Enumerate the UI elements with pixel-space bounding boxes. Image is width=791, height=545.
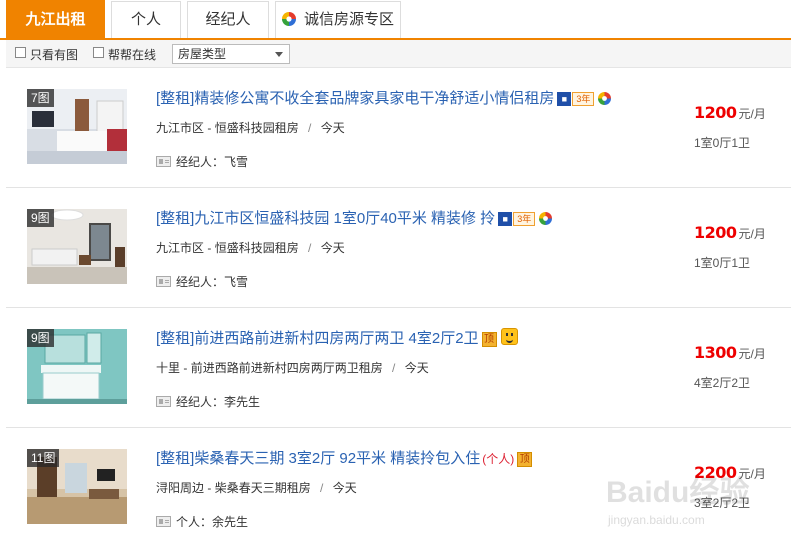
listing-community[interactable]: 恒盛科技园租房: [215, 241, 299, 255]
smile-icon: [500, 328, 518, 345]
tab-chengxin-label: 诚信房源专区: [303, 11, 394, 28]
price-value: 1200: [694, 103, 737, 122]
listing-price: 1200 元/月: [694, 223, 766, 242]
listing-community[interactable]: 恒盛科技园租房: [215, 121, 299, 135]
contact-name[interactable]: 余先生: [212, 515, 248, 529]
listing-area[interactable]: 十里 -: [156, 361, 187, 375]
listing-rooms: 3室2厅2卫: [694, 496, 751, 510]
listing-title-text[interactable]: [整租]精装修公寓不收全套品牌家具家电干净舒适小情侣租房: [156, 90, 554, 107]
listing-price: 1200 元/月: [694, 103, 766, 122]
chengxin-logo-icon: [539, 212, 553, 225]
helper-online-label[interactable]: 帮帮在线: [108, 46, 156, 63]
listing-rooms: 1室0厅1卫: [694, 136, 751, 150]
price-unit: 元/月: [738, 347, 766, 361]
listing-community[interactable]: 柴桑春天三期租房: [215, 481, 311, 495]
listing-area[interactable]: 浔阳周边 -: [156, 481, 211, 495]
top-badge-icon: 顶: [517, 452, 533, 467]
price-value: 1200: [694, 223, 737, 242]
tab-bar: 九江出租 个人 经纪人 诚信房源专区: [0, 0, 791, 40]
listing-time: 今天: [404, 361, 429, 375]
photo-count-badge: 9图: [27, 209, 54, 227]
only-with-photo-checkbox[interactable]: [15, 47, 26, 58]
listing-photo[interactable]: 11图: [27, 449, 127, 524]
tab-personal[interactable]: 个人: [111, 1, 181, 38]
listing-item[interactable]: 11图 [整租]柴桑春天三期 3室2厅 92平米 精装拎包入住 (个人) 顶 浔阳周…: [6, 428, 791, 545]
photo-count-badge: 7图: [27, 89, 54, 107]
id-card-icon: [156, 276, 171, 287]
listing-item[interactable]: 9图 [整租]九江市区恒盛科技园 1室0厅40平米 精装修 拎 ■ 3年 九江市区 …: [6, 188, 791, 308]
only-with-photo-label[interactable]: 只看有图: [30, 46, 78, 63]
listing-title[interactable]: [整租]九江市区恒盛科技园 1室0厅40平米 精装修 拎 ■ 3年: [156, 207, 553, 228]
listing-photo[interactable]: 7图: [27, 89, 127, 164]
house-type-select[interactable]: 房屋类型: [172, 44, 290, 64]
photo-count-badge: 11图: [27, 449, 60, 467]
listing-photo[interactable]: 9图: [27, 209, 127, 284]
price-value: 1300: [694, 343, 737, 362]
photo-count-badge: 9图: [27, 329, 54, 347]
listing-contact: 经纪人：飞雪: [156, 273, 248, 290]
listing-item[interactable]: 9图 [整租]前进西路前进新村四房两厅两卫 4室2厅2卫顶 十里 - 前进西路前…: [6, 308, 791, 428]
price-unit: 元/月: [738, 467, 766, 481]
id-card-icon: [156, 396, 171, 407]
listing-contact: 经纪人：李先生: [156, 393, 260, 410]
listing-title[interactable]: [整租]前进西路前进新村四房两厅两卫 4室2厅2卫顶: [156, 327, 518, 348]
listing-location: 浔阳周边 - 柴桑春天三期租房 / 今天: [156, 479, 357, 496]
price-value: 2200: [694, 463, 737, 482]
listing-title[interactable]: [整租]柴桑春天三期 3室2厅 92平米 精装拎包入住 (个人) 顶: [156, 447, 533, 468]
price-unit: 元/月: [738, 227, 766, 241]
id-card-icon: [156, 156, 171, 167]
listing-item[interactable]: 7图 [整租]精装修公寓不收全套品牌家具家电干净舒适小情侣租房 ■ 3年 九江市区 …: [6, 68, 791, 188]
contact-name[interactable]: 李先生: [224, 395, 260, 409]
listing-photo[interactable]: 9图: [27, 329, 127, 404]
listing-price: 1300 元/月: [694, 343, 766, 362]
separator: /: [308, 241, 312, 255]
price-unit: 元/月: [738, 107, 766, 121]
listing-community[interactable]: 前进西路前进新村四房两厅两卫租房: [191, 361, 383, 375]
tab-agent[interactable]: 经纪人: [187, 1, 269, 38]
listing-contact: 经纪人：飞雪: [156, 153, 248, 170]
listing-area[interactable]: 九江市区 -: [156, 241, 211, 255]
listing-title-text[interactable]: [整租]前进西路前进新村四房两厅两卫 4室2厅2卫: [156, 330, 479, 347]
house-type-select-value: 房屋类型: [178, 47, 227, 61]
chengxin-logo-icon: [281, 12, 296, 26]
listing-location: 九江市区 - 恒盛科技园租房 / 今天: [156, 119, 345, 136]
listing-time: 今天: [320, 241, 345, 255]
listing-area[interactable]: 九江市区 -: [156, 121, 211, 135]
tab-chengxin-zone[interactable]: 诚信房源专区: [275, 1, 401, 38]
contact-label: 经纪人：: [176, 395, 225, 409]
helper-online-checkbox[interactable]: [93, 47, 104, 58]
listing-location: 十里 - 前进西路前进新村四房两厅两卫租房 / 今天: [156, 359, 429, 376]
listing-title-text[interactable]: [整租]九江市区恒盛科技园 1室0厅40平米 精装修 拎: [156, 210, 495, 227]
listing-time: 今天: [320, 121, 345, 135]
separator: /: [320, 481, 324, 495]
tab-jiujiang-rent[interactable]: 九江出租: [6, 0, 105, 39]
listing-price: 2200 元/月: [694, 463, 766, 482]
three-year-badge-icon: ■ 3年: [557, 92, 595, 106]
personal-tag: (个人): [482, 452, 515, 466]
contact-name[interactable]: 飞雪: [224, 275, 248, 289]
separator: /: [308, 121, 312, 135]
top-badge-icon: 顶: [481, 332, 497, 347]
filter-bar: 只看有图 帮帮在线 房屋类型: [6, 40, 791, 68]
contact-name[interactable]: 飞雪: [224, 155, 248, 169]
id-card-icon: [156, 516, 171, 527]
contact-label: 经纪人：: [176, 275, 225, 289]
listing-title-text[interactable]: [整租]柴桑春天三期 3室2厅 92平米 精装拎包入住: [156, 450, 480, 467]
listing-title[interactable]: [整租]精装修公寓不收全套品牌家具家电干净舒适小情侣租房 ■ 3年: [156, 87, 612, 108]
contact-label: 个人：: [176, 515, 213, 529]
listing-rooms: 1室0厅1卫: [694, 256, 751, 270]
three-year-badge-icon: ■ 3年: [498, 212, 536, 226]
chengxin-logo-icon: [598, 92, 612, 105]
chevron-down-icon: [275, 52, 283, 57]
contact-label: 经纪人：: [176, 155, 225, 169]
listing-rooms: 4室2厅2卫: [694, 376, 751, 390]
separator: /: [392, 361, 396, 375]
listing-location: 九江市区 - 恒盛科技园租房 / 今天: [156, 239, 345, 256]
listing-contact: 个人：余先生: [156, 513, 248, 530]
listing-time: 今天: [332, 481, 357, 495]
